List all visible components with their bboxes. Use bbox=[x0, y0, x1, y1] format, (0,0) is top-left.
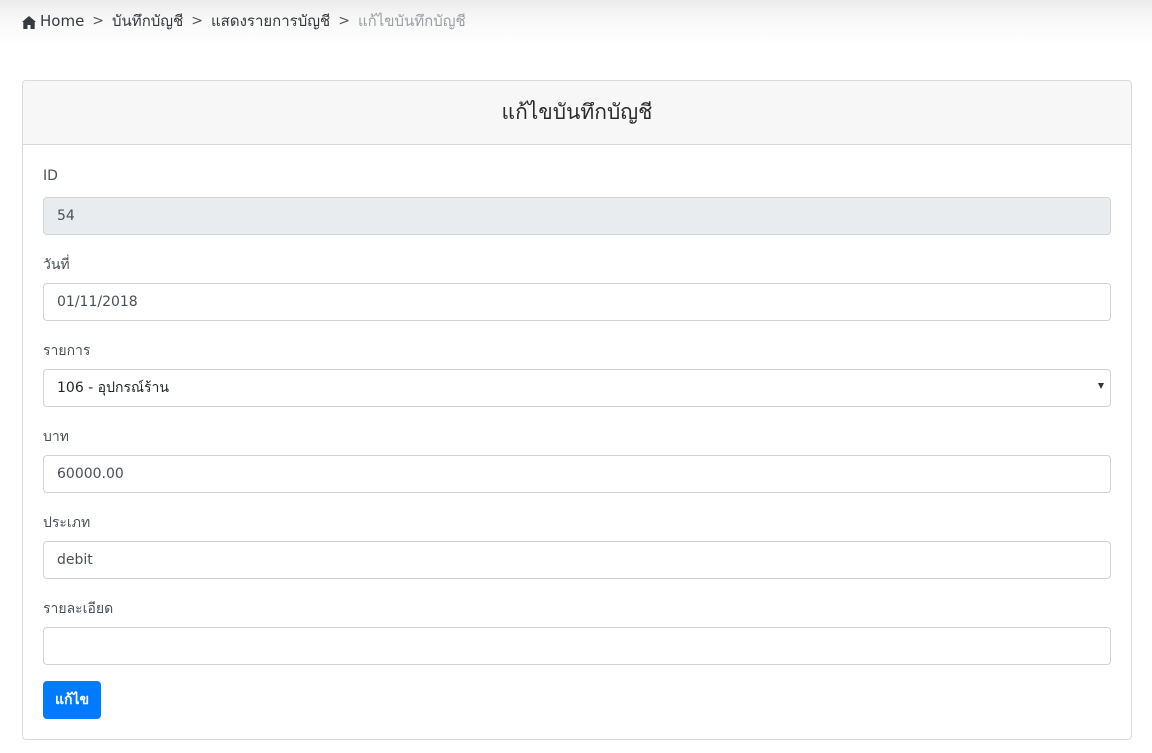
date-field[interactable] bbox=[43, 283, 1111, 321]
date-label: วันที่ bbox=[43, 257, 70, 273]
breadcrumb-accounts[interactable]: บันทึกบัญชี bbox=[112, 9, 183, 33]
id-label: ID bbox=[43, 168, 58, 184]
submit-edit-button[interactable]: แก้ไข bbox=[43, 681, 102, 719]
amount-label: บาท bbox=[43, 429, 69, 445]
type-field[interactable] bbox=[43, 541, 1111, 579]
type-label: ประเภท bbox=[43, 515, 91, 531]
home-icon[interactable] bbox=[22, 15, 36, 29]
breadcrumb-separator: > bbox=[191, 13, 203, 29]
item-selected-value: 106 - อุปกรณ์ร้าน bbox=[57, 380, 169, 396]
caret-down-icon bbox=[1098, 383, 1104, 389]
amount-field[interactable] bbox=[43, 455, 1111, 493]
card-title: แก้ไขบันทึกบัญชี bbox=[23, 81, 1131, 145]
breadcrumb-home[interactable]: Home bbox=[40, 12, 84, 30]
item-label: รายการ bbox=[43, 343, 91, 359]
breadcrumb-current: แก้ไขบันทึกบัญชี bbox=[357, 12, 466, 30]
top-bar: Home > บันทึกบัญชี > แสดงรายการบัญชี > แ… bbox=[0, 0, 1152, 44]
breadcrumb: Home > บันทึกบัญชี > แสดงรายการบัญชี > แ… bbox=[22, 9, 466, 33]
breadcrumb-separator: > bbox=[338, 13, 350, 29]
id-field[interactable] bbox=[43, 197, 1111, 235]
detail-label: รายละเอียด bbox=[43, 601, 114, 617]
detail-field[interactable] bbox=[43, 627, 1111, 665]
breadcrumb-account-list[interactable]: แสดงรายการบัญชี bbox=[211, 9, 330, 33]
breadcrumb-separator: > bbox=[92, 13, 105, 29]
item-select[interactable]: 106 - อุปกรณ์ร้าน bbox=[43, 369, 1111, 407]
edit-account-card: แก้ไขบันทึกบัญชี ID วันที่ รายการ 106 - … bbox=[22, 80, 1132, 740]
